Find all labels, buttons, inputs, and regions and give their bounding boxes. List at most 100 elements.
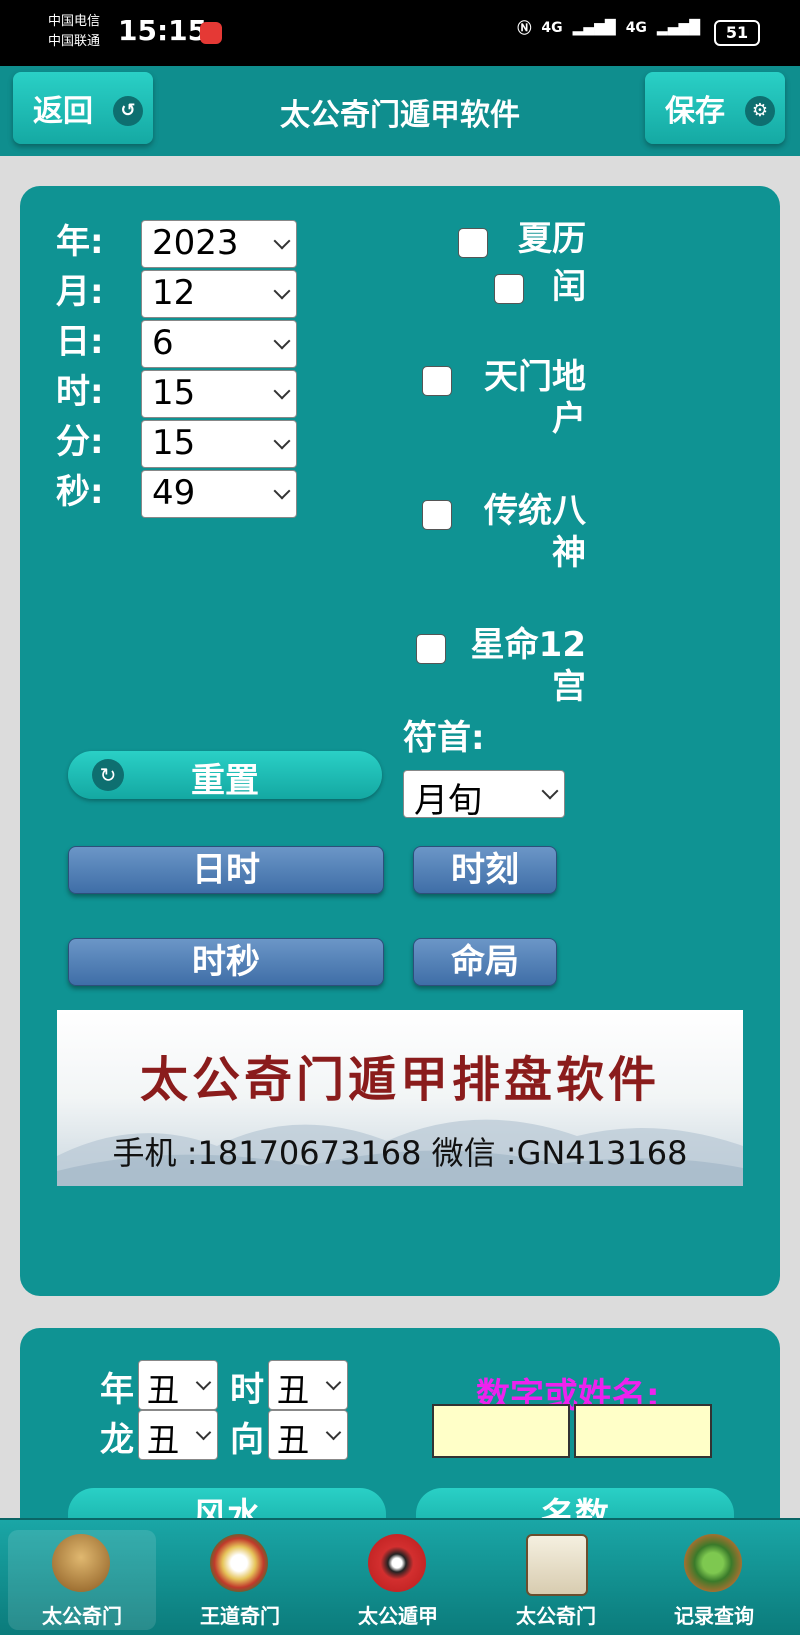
rishi-button[interactable]: 日时 — [68, 846, 384, 894]
month-label: 月: — [56, 272, 104, 312]
app-notification-icon — [200, 22, 222, 44]
bronze-plate-icon — [52, 1534, 110, 1592]
second-select[interactable]: 49 — [141, 470, 297, 518]
fs-year-value: 丑 — [147, 1371, 180, 1409]
banner-title: 太公奇门遁甲排盘软件 — [139, 1052, 660, 1108]
fs-hour-label: 时 — [230, 1370, 264, 1410]
reset-label: 重置 — [191, 761, 259, 801]
second-label: 秒: — [56, 472, 104, 512]
app-header: 返回 ↺ 太公奇门遁甲软件 保存 ⚙ — [0, 66, 800, 156]
xingming-label-line1: 星命12 — [470, 625, 586, 665]
yin-yang-star-icon — [368, 1534, 426, 1592]
month-select[interactable]: 12 — [141, 270, 297, 318]
chevron-down-icon — [273, 232, 291, 250]
chevron-down-icon — [273, 482, 291, 500]
save-label: 保存 — [665, 94, 725, 129]
bottom-nav: 太公奇门 王道奇门 太公遁甲 太公奇门 记录查询 — [0, 1518, 800, 1635]
signal-2-icon: ▂▄▆█ — [656, 20, 700, 36]
number-input-2[interactable] — [574, 1404, 712, 1458]
month-value: 12 — [152, 273, 196, 313]
chevron-down-icon — [195, 1374, 212, 1391]
carrier-1: 中国电信 — [48, 14, 101, 29]
shike-button[interactable]: 时刻 — [413, 846, 557, 894]
nav-label: 太公奇门 — [516, 1604, 596, 1628]
battery-icon: 51 — [714, 20, 760, 46]
hour-value: 15 — [152, 373, 196, 413]
reset-button[interactable]: ↻ 重置 — [68, 751, 382, 801]
chevron-down-icon — [325, 1374, 342, 1391]
banner-contact: 手机 :18170673168 微信 :GN413168 — [112, 1134, 688, 1172]
nav-label: 记录查询 — [674, 1604, 754, 1628]
jade-disc-icon — [684, 1534, 742, 1592]
signal-indicators: Ⓝ 4G ▂▄▆█ 4G ▂▄▆█ — [517, 18, 700, 38]
nav-item-wangdao-qimen[interactable]: 王道奇门 — [166, 1530, 314, 1630]
signal-1-icon: ▂▄▆█ — [572, 20, 616, 36]
carrier-info: 中国电信 中国联通 — [48, 12, 100, 52]
second-value: 49 — [152, 473, 196, 513]
network-1: 4G — [541, 20, 563, 36]
nav-item-taigong-dunjia[interactable]: 太公遁甲 — [324, 1530, 472, 1630]
fs-dragon-value: 丑 — [147, 1421, 180, 1459]
carrier-2: 中国联通 — [48, 34, 101, 49]
status-bar: 中国电信 中国联通 15:15 Ⓝ 4G ▂▄▆█ 4G ▂▄▆█ 51 — [0, 0, 800, 66]
chevron-down-icon — [273, 332, 291, 350]
day-label: 日: — [56, 322, 104, 362]
chevron-down-icon — [273, 382, 291, 400]
status-time: 15:15 — [118, 14, 208, 47]
save-button[interactable]: 保存 ⚙ — [645, 72, 785, 144]
gear-icon: ⚙ — [745, 96, 775, 126]
minute-value: 15 — [152, 423, 196, 463]
fs-direction-select[interactable]: 丑 — [268, 1410, 348, 1460]
minute-label: 分: — [56, 422, 104, 462]
year-label: 年: — [56, 222, 104, 262]
mingju-button[interactable]: 命局 — [413, 938, 557, 986]
fs-dragon-label: 龙 — [100, 1420, 134, 1460]
fushou-select[interactable]: 月旬 — [403, 770, 565, 821]
minute-select[interactable]: 15 — [141, 420, 297, 468]
fs-hour-value: 丑 — [277, 1371, 310, 1409]
chevron-down-icon — [195, 1424, 212, 1441]
bashen-label-line2: 神 — [552, 533, 586, 573]
year-select[interactable]: 2023 — [141, 220, 297, 268]
nav-item-taigong-qimen[interactable]: 太公奇门 — [8, 1530, 156, 1630]
chevron-down-icon — [541, 782, 559, 800]
chevron-down-icon — [273, 282, 291, 300]
nav-item-records[interactable]: 记录查询 — [640, 1530, 788, 1630]
lunar-label: 夏历 — [518, 219, 586, 259]
nav-label: 太公遁甲 — [358, 1604, 438, 1628]
xingming-label: 星命12 宫 — [434, 624, 586, 708]
day-select[interactable]: 6 — [141, 320, 297, 368]
fs-dragon-select[interactable]: 丑 — [138, 1410, 218, 1460]
bashen-label: 传统八 神 — [440, 490, 586, 574]
year-value: 2023 — [152, 223, 239, 263]
nfc-icon: Ⓝ — [517, 21, 532, 37]
fushou-label: 符首: — [403, 718, 485, 758]
hour-label: 时: — [56, 372, 104, 412]
fushou-value: 月旬 — [414, 781, 482, 821]
contact-banner: 太公奇门遁甲排盘软件 手机 :18170673168 微信 :GN413168 — [57, 1010, 743, 1186]
luopan-compass-icon — [210, 1534, 268, 1592]
network-2: 4G — [625, 20, 647, 36]
xingming-label-line2: 宫 — [552, 667, 586, 707]
fs-year-select[interactable]: 丑 — [138, 1360, 218, 1410]
fs-year-label: 年 — [100, 1370, 134, 1410]
shimiao-button[interactable]: 时秒 — [68, 938, 384, 986]
number-input-1[interactable] — [432, 1404, 570, 1458]
hour-select[interactable]: 15 — [141, 370, 297, 418]
leap-label: 闰 — [552, 267, 586, 307]
chevron-down-icon — [273, 432, 291, 450]
chevron-down-icon — [325, 1424, 342, 1441]
nav-item-taigong-qimen-2[interactable]: 太公奇门 — [482, 1530, 630, 1630]
calendar-scroll-icon — [526, 1534, 588, 1596]
nav-label: 王道奇门 — [200, 1604, 280, 1628]
fs-hour-select[interactable]: 丑 — [268, 1360, 348, 1410]
day-value: 6 — [152, 323, 174, 363]
tianmen-label-line2: 户 — [552, 399, 586, 439]
fs-direction-label: 向 — [230, 1420, 264, 1460]
bashen-label-line1: 传统八 — [484, 491, 586, 531]
tianmen-label-line1: 天门地 — [484, 357, 586, 397]
nav-label: 太公奇门 — [42, 1604, 122, 1628]
tianmen-label: 天门地 户 — [440, 356, 586, 440]
date-panel: 年: 月: 日: 时: 分: 秒: 2023 12 6 15 15 49 夏历 … — [20, 186, 780, 1296]
fs-direction-value: 丑 — [277, 1421, 310, 1459]
